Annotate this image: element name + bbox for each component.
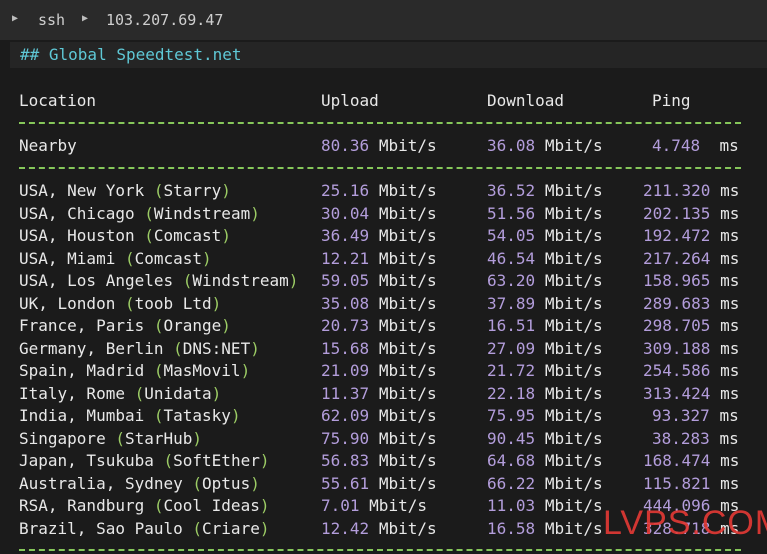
server-download: 90.45 Mbit/s (487, 428, 603, 448)
table-row: Japan, Tsukuba (SoftEther) 56.83 Mbit/s 64… (0, 451, 767, 473)
server-upload: 12.42 Mbit/s (321, 518, 437, 538)
server-download: 64.68 Mbit/s (487, 451, 603, 470)
server-ping: 115.821 ms (643, 473, 740, 493)
server-upload: 20.73 Mbit/s (321, 316, 437, 335)
watermark-logo: LVPS.COM (603, 504, 767, 542)
server-ping: 254.586 ms (643, 361, 740, 380)
server-location: Spain, Madrid (MasMovil) (19, 361, 251, 380)
table-row: Germany, Berlin (DNS:NET) 15.68 Mbit/s 27.… (0, 339, 767, 361)
column-upload: Upload (321, 91, 379, 110)
server-location: Italy, Rome (Unidata) (19, 383, 222, 403)
table-row: USA, New York (Starry) 25.16 Mbit/s 36.52 … (0, 181, 767, 203)
server-location: Brazil, Sao Paulo (Criare) (19, 518, 270, 538)
server-upload: 36.49 Mbit/s (321, 226, 437, 245)
server-upload: 75.90 Mbit/s (321, 428, 437, 448)
table-row: Italy, Rome (Unidata) 11.37 Mbit/s 22.18 M… (0, 384, 767, 406)
server-upload: 12.21 Mbit/s (321, 248, 437, 268)
server-ping: 93.327 ms (652, 406, 739, 425)
server-upload: 30.04 Mbit/s (321, 203, 437, 223)
column-download: Download (487, 91, 565, 110)
server-upload: 62.09 Mbit/s (321, 406, 437, 425)
nearby-row: Nearby 80.36 Mbit/s 36.08 Mbit/s 4.748 m… (0, 136, 767, 158)
section-header: ## Global Speedtest.net (10, 42, 767, 68)
server-location: USA, Los Angeles (Windstream) (19, 271, 299, 290)
server-ping: 202.135 ms (643, 203, 740, 223)
server-download: 46.54 Mbit/s (487, 248, 603, 268)
chevron-right-icon: ▶ (82, 13, 89, 24)
server-upload: 15.68 Mbit/s (321, 338, 437, 358)
server-download: 54.05 Mbit/s (487, 226, 603, 245)
server-upload: 56.83 Mbit/s (321, 451, 437, 470)
table-row: USA, Miami (Comcast) 12.21 Mbit/s 46.54 Mb… (0, 249, 767, 271)
server-location: RSA, Randburg (Cool Ideas) (19, 496, 270, 515)
server-download: 27.09 Mbit/s (487, 338, 603, 358)
server-location: Germany, Berlin (DNS:NET) (19, 338, 260, 358)
server-location: USA, Miami (Comcast) (19, 248, 212, 268)
server-location: USA, Houston (Comcast) (19, 226, 231, 245)
server-ping: 192.472 ms (643, 226, 740, 245)
server-upload: 25.16 Mbit/s (321, 181, 437, 200)
server-download: 51.56 Mbit/s (487, 203, 603, 223)
server-download: 21.72 Mbit/s (487, 361, 603, 380)
server-upload: 55.61 Mbit/s (321, 473, 437, 493)
table-row: Australia, Sydney (Optus) 55.61 Mbit/s 66.… (0, 474, 767, 496)
server-location: USA, Chicago (Windstream) (19, 203, 260, 223)
table-row: USA, Los Angeles (Windstream) 59.05 Mbit/… (0, 271, 767, 293)
server-download: 63.20 Mbit/s (487, 271, 603, 290)
section-title: ## Global Speedtest.net (20, 45, 242, 64)
nearby-ping: 4.748 ms (652, 136, 739, 155)
table-row: UK, London (toob Ltd) 35.08 Mbit/s 37.89 M… (0, 294, 767, 316)
column-ping: Ping (652, 91, 691, 110)
server-ping: 217.264 ms (643, 248, 740, 268)
nearby-upload: 80.36 Mbit/s (321, 136, 437, 155)
titlebar-command: ssh (38, 11, 66, 29)
server-ping: 298.705 ms (643, 316, 740, 335)
table-row: France, Paris (Orange) 20.73 Mbit/s 16.51 … (0, 316, 767, 338)
titlebar-host: 103.207.69.47 (106, 11, 224, 29)
server-ping: 38.283 ms (652, 428, 739, 448)
server-download: 36.52 Mbit/s (487, 181, 603, 200)
server-upload: 11.37 Mbit/s (321, 383, 437, 403)
dashed-divider (19, 167, 741, 169)
server-ping: 309.188 ms (643, 338, 740, 358)
server-download: 66.22 Mbit/s (487, 473, 603, 493)
table-row: USA, Houston (Comcast) 36.49 Mbit/s 54.05 … (0, 226, 767, 248)
server-location: India, Mumbai (Tatasky) (19, 406, 241, 425)
dashed-divider (19, 122, 741, 124)
server-ping: 211.320 ms (643, 181, 740, 200)
table-row: USA, Chicago (Windstream) 30.04 Mbit/s 51.… (0, 204, 767, 226)
server-location: Japan, Tsukuba (SoftEther) (19, 451, 270, 470)
server-location: UK, London (toob Ltd) (19, 293, 222, 313)
server-ping: 168.474 ms (643, 451, 740, 470)
dashed-divider (19, 549, 741, 551)
server-location: France, Paris (Orange) (19, 316, 231, 335)
server-upload: 59.05 Mbit/s (321, 271, 437, 290)
table-row: Singapore (StarHub) 75.90 Mbit/s 90.45 Mbi… (0, 429, 767, 451)
nearby-download: 36.08 Mbit/s (487, 136, 603, 155)
nearby-label: Nearby (19, 136, 77, 155)
server-ping: 313.424 ms (643, 383, 740, 403)
server-upload: 21.09 Mbit/s (321, 361, 437, 380)
server-download: 11.03 Mbit/s (487, 496, 603, 515)
server-ping: 289.683 ms (643, 293, 740, 313)
server-upload: 7.01 Mbit/s (321, 496, 427, 515)
column-location: Location (19, 91, 97, 110)
server-download: 16.58 Mbit/s (487, 518, 603, 538)
server-download: 16.51 Mbit/s (487, 316, 603, 335)
chevron-right-icon: ▶ (12, 13, 19, 24)
server-location: Australia, Sydney (Optus) (19, 473, 260, 493)
terminal-titlebar: ▶ ssh ▶ 103.207.69.47 (0, 0, 767, 40)
server-upload: 35.08 Mbit/s (321, 293, 437, 313)
server-download: 22.18 Mbit/s (487, 383, 603, 403)
table-row: Spain, Madrid (MasMovil) 21.09 Mbit/s 21.7… (0, 361, 767, 383)
server-location: USA, New York (Starry) (19, 181, 231, 200)
server-download: 37.89 Mbit/s (487, 293, 603, 313)
server-download: 75.95 Mbit/s (487, 406, 603, 425)
table-header: Location Upload Download Ping (0, 91, 767, 113)
server-ping: 158.965 ms (643, 271, 740, 290)
table-row: India, Mumbai (Tatasky) 62.09 Mbit/s 75.95… (0, 406, 767, 428)
server-location: Singapore (StarHub) (19, 428, 203, 448)
